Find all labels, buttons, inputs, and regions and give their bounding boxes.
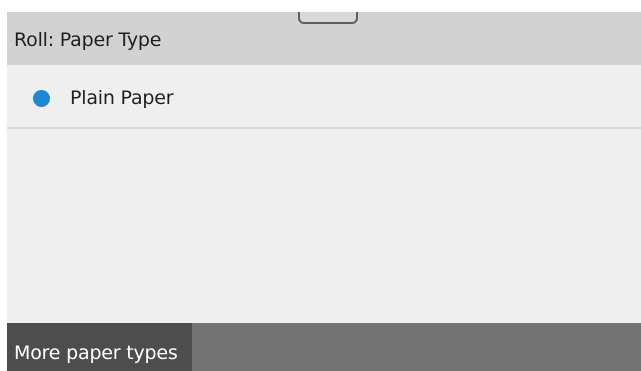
header-bar: Roll: Paper Type (7, 12, 641, 65)
printer-screen: Roll: Paper Type Plain Paper More paper … (7, 12, 641, 371)
paper-type-list: Plain Paper (7, 65, 641, 129)
page-title: Roll: Paper Type (14, 29, 162, 51)
footer-bar: More paper types (7, 323, 641, 371)
more-paper-types-button[interactable]: More paper types (7, 323, 192, 371)
list-item-plain-paper[interactable]: Plain Paper (7, 65, 641, 129)
list-item-label: Plain Paper (70, 87, 174, 109)
selected-radio-icon (33, 90, 50, 107)
pull-down-tab-handle[interactable] (298, 12, 358, 24)
more-paper-types-label: More paper types (14, 342, 178, 364)
